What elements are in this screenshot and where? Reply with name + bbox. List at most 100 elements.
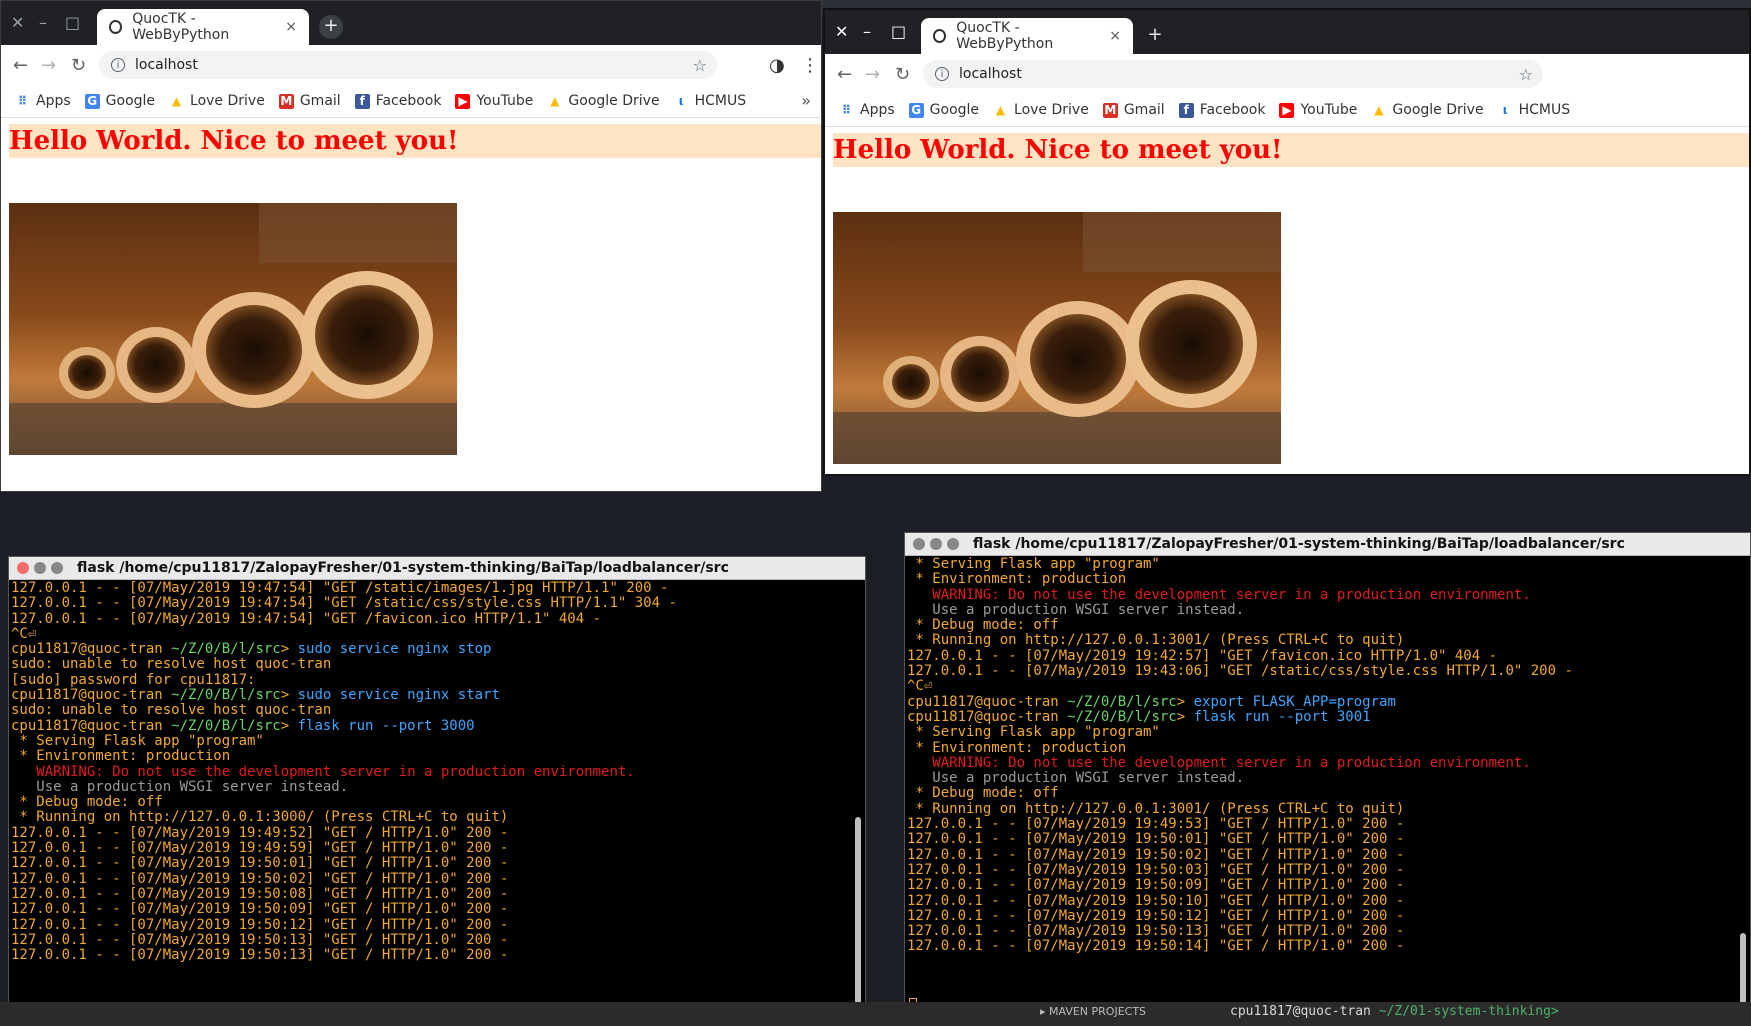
terminal-line: 127.0.0.1 - - [07/May/2019 19:50:02] "GE… <box>907 847 1734 863</box>
terminal-text: export FLASK_APP=program <box>1193 693 1396 710</box>
terminal-line: Use a production WSGI server instead. <box>907 602 1734 618</box>
extension-icon[interactable]: ◑ <box>769 55 785 76</box>
bookmark-hcmus[interactable]: ι HCMUS <box>674 93 747 109</box>
terminal-line: 127.0.0.1 - - [07/May/2019 19:47:54] "GE… <box>11 611 849 627</box>
menu-icon[interactable]: ⋮ <box>801 55 819 76</box>
facebook-icon: f <box>1178 102 1194 118</box>
terminal-line: * Debug mode: off <box>907 618 1734 633</box>
bookmark-google[interactable]: G Google <box>908 102 979 118</box>
terminal-line: 127.0.0.1 - - [07/May/2019 19:50:13] "GE… <box>907 923 1734 939</box>
bookmark-love-drive[interactable]: ▲ Love Drive <box>993 102 1089 118</box>
terminal-text: 127.0.0.1 - - [07/May/2019 19:49:59] "GE… <box>11 840 509 857</box>
terminal-line: ^C⏎ <box>907 679 1734 694</box>
terminal-output[interactable]: 127.0.0.1 - - [07/May/2019 19:47:54] "GE… <box>11 581 849 1019</box>
bookmark-google-drive[interactable]: ▲ Google Drive <box>547 93 659 109</box>
bookmark-facebook[interactable]: f Facebook <box>354 93 441 109</box>
terminal-text: flask run --port 3001 <box>1193 708 1371 725</box>
minimize-window-icon[interactable]: – <box>39 13 47 32</box>
close-window-icon[interactable]: ✕ <box>11 13 24 32</box>
forward-icon[interactable]: → <box>865 64 880 85</box>
bookmark-youtube[interactable]: ▶ YouTube <box>1279 102 1357 118</box>
bookmarks-overflow-icon[interactable]: » <box>801 91 811 110</box>
maximize-terminal-icon[interactable] <box>51 562 63 574</box>
minimize-terminal-icon[interactable] <box>34 562 46 574</box>
hcmus-icon: ι <box>1502 102 1508 117</box>
terminal-text: > <box>1176 693 1194 710</box>
terminal-line: cpu11817@quoc-tran ~/Z/0/B/l/src> flask … <box>907 708 1734 725</box>
terminal-text: ~/Z/0/B/l/src <box>171 641 281 658</box>
bookmark-apps[interactable]: ⠿ Apps <box>839 102 895 118</box>
bookmark-love-drive[interactable]: ▲ Love Drive <box>169 93 265 109</box>
terminal-line: 127.0.0.1 - - [07/May/2019 19:50:13] "GE… <box>11 947 849 963</box>
back-icon[interactable]: ← <box>13 55 28 76</box>
terminal-line: WARNING: Do not use the development serv… <box>907 587 1734 603</box>
terminal-text: sudo service nginx stop <box>297 641 492 658</box>
terminal-line: cpu11817@quoc-tran ~/Z/0/B/l/src> sudo s… <box>11 642 849 657</box>
bookmark-gmail[interactable]: M Gmail <box>1102 102 1165 118</box>
maximize-window-icon[interactable]: □ <box>891 22 906 41</box>
terminal-output[interactable]: * Serving Flask app "program" * Environm… <box>907 557 1734 1017</box>
terminal-text: sudo: unable to resolve host quoc-tran <box>11 702 332 719</box>
maven-projects-label: ▸ MAVEN PROJECTS <box>1040 1005 1147 1018</box>
address-bar[interactable]: i localhost ☆ <box>923 60 1543 88</box>
pipes-photo <box>9 203 457 455</box>
maximize-window-icon[interactable]: □ <box>65 13 80 32</box>
bookmark-star-icon[interactable]: ☆ <box>1519 65 1533 84</box>
terminal-text: ~/Z/0/B/l/src <box>171 687 281 704</box>
terminal-text: WARNING: Do not use the development serv… <box>907 754 1531 771</box>
bookmark-star-icon[interactable]: ☆ <box>693 56 707 75</box>
terminal-line: * Running on http://127.0.0.1:3001/ (Pre… <box>907 633 1734 648</box>
terminal-line: 127.0.0.1 - - [07/May/2019 19:49:53] "GE… <box>907 816 1734 832</box>
terminal-text: * Serving Flask app "program" <box>907 724 1160 741</box>
minimize-terminal-icon[interactable] <box>930 538 942 550</box>
tab-quoctk[interactable]: QuocTK - WebByPython × <box>97 9 309 45</box>
terminal-text: 127.0.0.1 - - [07/May/2019 19:43:06] "GE… <box>907 663 1573 680</box>
close-terminal-icon[interactable] <box>913 538 925 550</box>
terminal-text: sudo: unable to resolve host quoc-tran <box>11 656 332 673</box>
terminal-window-left: flask /home/cpu11817/ZalopayFresher/01-s… <box>8 556 866 1020</box>
close-tab-icon[interactable]: × <box>285 19 297 35</box>
forward-icon[interactable]: → <box>41 55 56 76</box>
tab-quoctk[interactable]: QuocTK - WebByPython × <box>921 18 1133 54</box>
terminal-line: 127.0.0.1 - - [07/May/2019 19:50:03] "GE… <box>907 862 1734 878</box>
minimize-window-icon[interactable]: – <box>863 22 871 41</box>
facebook-icon: f <box>354 93 370 109</box>
info-icon[interactable]: i <box>111 58 125 72</box>
bookmark-google-drive[interactable]: ▲ Google Drive <box>1371 102 1483 118</box>
scrollbar[interactable] <box>855 817 861 1012</box>
bookmark-google[interactable]: G Google <box>84 93 155 109</box>
bookmark-label: Apps <box>860 102 895 118</box>
terminal-text: ^C⏎ <box>11 625 37 642</box>
bookmark-gmail[interactable]: M Gmail <box>278 93 341 109</box>
bookmark-hcmus[interactable]: ι HCMUS <box>1498 102 1570 118</box>
scrollbar[interactable] <box>1740 933 1746 1013</box>
bookmark-youtube[interactable]: ▶ YouTube <box>455 93 533 109</box>
bookmark-facebook[interactable]: f Facebook <box>1178 102 1265 118</box>
close-window-icon[interactable]: ✕ <box>835 22 848 41</box>
terminal-titlebar: flask /home/cpu11817/ZalopayFresher/01-s… <box>9 557 865 580</box>
terminal-text: 127.0.0.1 - - [07/May/2019 19:50:10] "GE… <box>907 892 1405 909</box>
bookmarks-bar: ⠿ Apps G Google ▲ Love Drive M Gmail f Facebook ▶ Y… <box>825 94 1749 127</box>
terminal-text: cpu11817@quoc-tran <box>11 641 172 658</box>
drive-icon: ▲ <box>171 93 182 108</box>
terminal-text: ~/Z/0/B/l/src <box>1067 693 1177 710</box>
reload-icon[interactable]: ↻ <box>895 64 910 85</box>
bookmark-label: HCMUS <box>694 93 747 109</box>
new-tab-button[interactable]: + <box>1143 24 1167 48</box>
bookmark-label: YouTube <box>476 93 534 109</box>
reload-icon[interactable]: ↻ <box>71 55 86 76</box>
maximize-terminal-icon[interactable] <box>947 538 959 550</box>
close-terminal-icon[interactable] <box>17 562 29 574</box>
hcmus-icon: ι <box>678 93 684 108</box>
bookmark-apps[interactable]: ⠿ Apps <box>15 93 71 109</box>
bookmark-label: YouTube <box>1300 102 1358 118</box>
terminal-line: * Environment: production <box>907 572 1734 587</box>
info-icon[interactable]: i <box>935 67 949 81</box>
terminal-text: * Running on http://127.0.0.1:3001/ (Pre… <box>907 800 1405 817</box>
new-tab-button[interactable]: + <box>319 15 343 39</box>
back-icon[interactable]: ← <box>837 64 852 85</box>
close-tab-icon[interactable]: × <box>1109 28 1121 44</box>
address-bar[interactable]: i localhost ☆ <box>99 51 717 79</box>
terminal-text: * Debug mode: off <box>11 794 163 811</box>
tab-title: QuocTK - WebByPython <box>956 20 1054 52</box>
